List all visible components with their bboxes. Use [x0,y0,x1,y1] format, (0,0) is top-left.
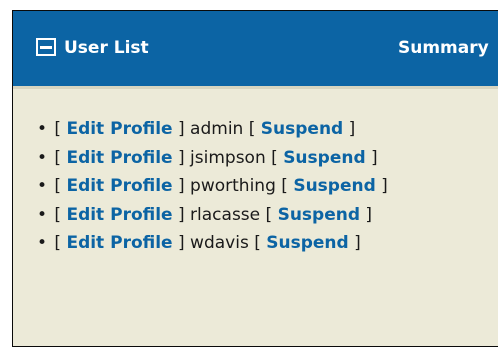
bullet: • [37,147,48,168]
edit-profile-link[interactable]: Edit Profile [66,233,172,253]
edit-profile-link[interactable]: Edit Profile [66,119,172,139]
username: jsimpson [190,147,266,168]
list-item: • [ Edit Profile ] jsimpson [ Suspend ] [37,147,378,168]
edit-profile-link[interactable]: Edit Profile [66,176,172,196]
list-item: • [ Edit Profile ] admin [ Suspend ] [37,119,356,139]
collapse-toggle-icon[interactable] [36,38,56,56]
suspend-link[interactable]: Suspend [278,205,360,225]
bullet: • [37,119,48,139]
edit-profile-link[interactable]: Edit Profile [66,205,172,225]
list-item: • [ Edit Profile ] rlacasse [ Suspend ] [37,204,373,225]
user-list-panel: User List Summary • [ Edit Profile ] adm… [12,10,498,347]
suspend-link[interactable]: Suspend [283,148,365,168]
username: admin [190,119,244,139]
summary-link[interactable]: Summary [398,38,489,58]
list-item: • [ Edit Profile ] wdavis [ Suspend ] [37,233,361,253]
suspend-link[interactable]: Suspend [266,233,348,253]
suspend-link[interactable]: Suspend [261,119,343,139]
edit-profile-link[interactable]: Edit Profile [66,148,172,168]
panel-header: User List Summary [13,11,498,89]
bullet: • [37,176,48,196]
list-item: • [ Edit Profile ] pworthing [ Suspend ] [37,176,388,196]
username: wdavis [190,233,249,253]
panel-title: User List [64,38,149,58]
bullet: • [37,233,48,253]
user-list: • [ Edit Profile ] admin [ Suspend ] • [… [37,119,388,262]
username: rlacasse [190,204,261,225]
suspend-link[interactable]: Suspend [293,176,375,196]
username: pworthing [190,176,276,196]
bullet: • [37,204,48,225]
